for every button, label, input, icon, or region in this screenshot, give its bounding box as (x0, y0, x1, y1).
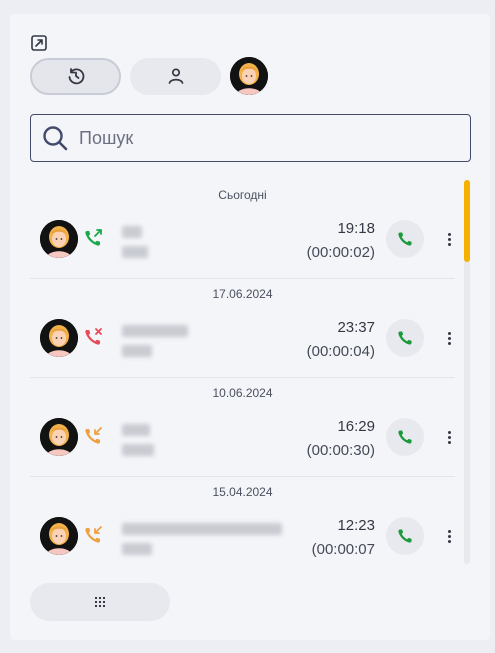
search-box (30, 114, 471, 162)
phone-icon (398, 529, 412, 543)
more-options-button[interactable] (443, 526, 455, 546)
incoming-call-icon (85, 427, 102, 444)
user-avatar[interactable] (230, 57, 268, 95)
expand-icon[interactable] (30, 34, 48, 52)
contacts-icon (168, 68, 183, 84)
call-time: 19:18 (337, 220, 375, 237)
call-history-list: Сьогодні 19:18 (00:00:02) 17.06.2024 23:… (30, 180, 455, 564)
dialpad-icon (95, 597, 105, 607)
date-header: 10.06.2024 (212, 386, 273, 400)
search-input[interactable] (79, 127, 459, 149)
phone-icon (398, 331, 412, 345)
missed-call-icon (85, 328, 102, 345)
date-header: 15.04.2024 (212, 485, 273, 499)
contact-avatar (40, 517, 78, 555)
call-back-button[interactable] (386, 319, 424, 357)
history-icon (68, 68, 84, 85)
scrollbar-thumb[interactable] (464, 180, 470, 262)
more-options-button[interactable] (443, 229, 455, 249)
call-back-button[interactable] (386, 517, 424, 555)
call-back-button[interactable] (386, 220, 424, 258)
avatar-illustration (230, 57, 268, 95)
view-tabs (30, 57, 268, 95)
contact-name-redacted (122, 523, 282, 535)
call-time: 16:29 (337, 418, 375, 435)
call-duration: (00:00:07 (311, 541, 375, 558)
contact-name-redacted (122, 424, 150, 436)
calls-panel: Сьогодні 19:18 (00:00:02) 17.06.2024 (10, 14, 490, 640)
call-row[interactable]: 23:37 (00:00:04) (30, 309, 455, 378)
phone-icon (398, 232, 412, 246)
call-back-button[interactable] (386, 418, 424, 456)
contact-avatar (40, 418, 78, 456)
call-row[interactable]: 19:18 (00:00:02) (30, 210, 455, 279)
call-duration: (00:00:30) (306, 442, 375, 459)
phone-icon (398, 430, 412, 444)
search-icon (43, 126, 68, 151)
call-time: 12:23 (337, 517, 375, 534)
contact-number-redacted (122, 543, 152, 555)
contact-number-redacted (122, 246, 148, 258)
contact-name-redacted (122, 226, 142, 238)
call-duration: (00:00:02) (306, 244, 375, 261)
more-options-button[interactable] (443, 328, 455, 348)
contact-number-redacted (122, 345, 152, 357)
call-duration: (00:00:04) (306, 343, 375, 360)
tab-history[interactable] (30, 57, 121, 95)
dialpad-button[interactable] (30, 583, 170, 621)
incoming-call-icon (85, 526, 102, 543)
contact-avatar (40, 319, 78, 357)
call-row[interactable]: 16:29 (00:00:30) (30, 408, 455, 477)
more-options-button[interactable] (443, 427, 455, 447)
date-header: 17.06.2024 (212, 287, 273, 301)
contact-name-redacted (122, 325, 188, 337)
call-row[interactable]: 12:23 (00:00:07 (30, 507, 455, 564)
tab-contacts[interactable] (130, 57, 221, 95)
outgoing-call-icon (85, 229, 102, 246)
contact-avatar (40, 220, 78, 258)
scrollbar[interactable] (464, 180, 470, 564)
call-time: 23:37 (337, 319, 375, 336)
date-header: Сьогодні (218, 188, 267, 202)
contact-number-redacted (122, 444, 154, 456)
